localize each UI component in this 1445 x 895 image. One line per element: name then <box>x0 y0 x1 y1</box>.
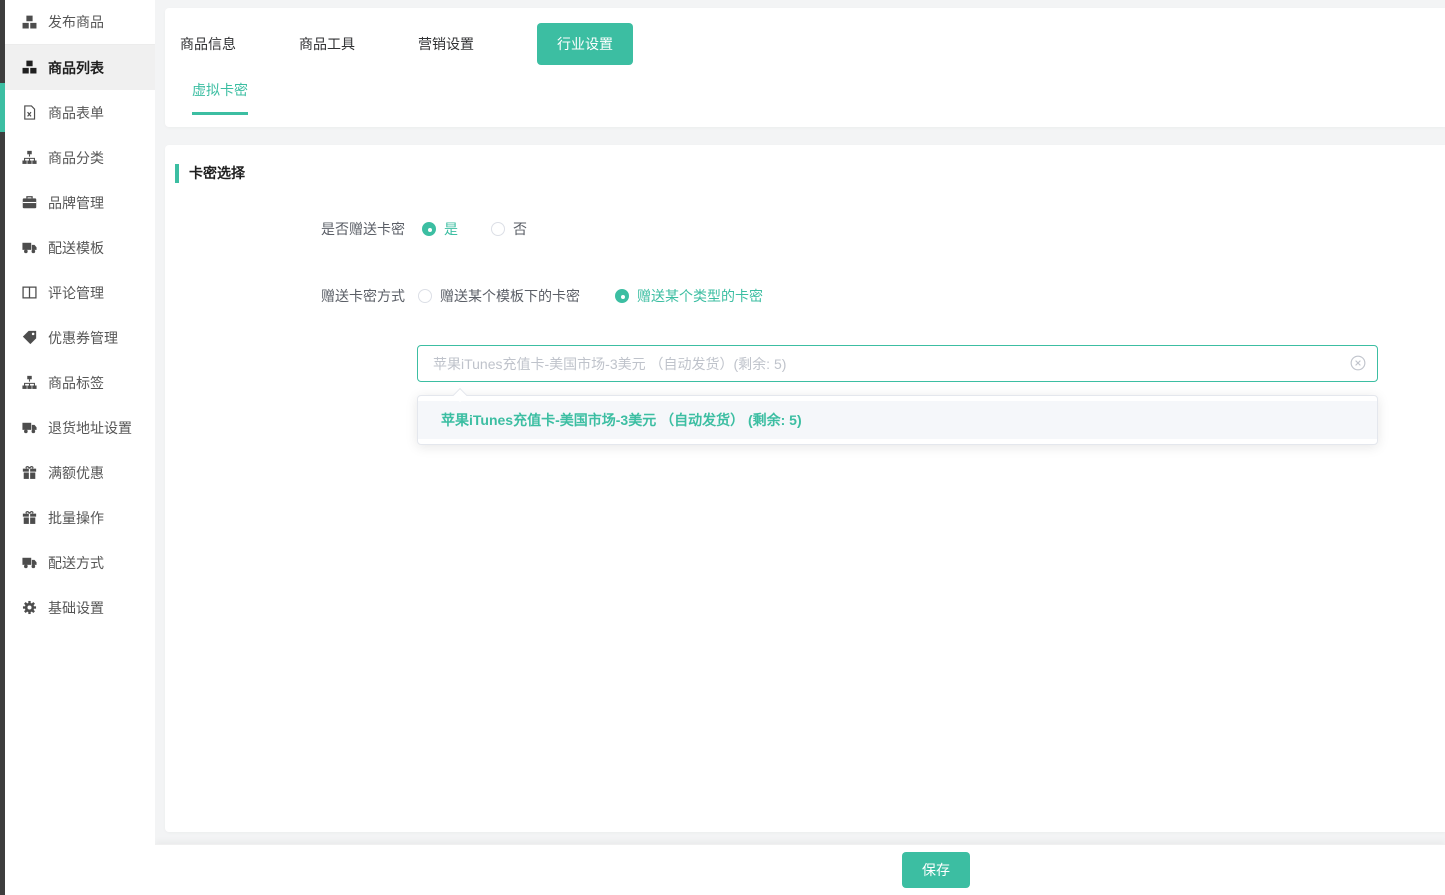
radio-unchecked-icon[interactable] <box>418 289 432 303</box>
briefcase-icon <box>22 195 37 210</box>
tab-marketing-settings[interactable]: 营销设置 <box>418 34 474 54</box>
sidebar-item-label: 品牌管理 <box>48 193 104 213</box>
dropdown-option[interactable]: 苹果iTunes充值卡-美国市场-3美元 （自动发货） (剩余: 5) <box>418 401 1377 439</box>
sidebar-item-label: 发布商品 <box>48 12 104 32</box>
sidebar-item-product-form[interactable]: 商品表单 <box>5 90 155 135</box>
gear-icon <box>22 600 37 615</box>
radio-option-no[interactable]: 否 <box>491 219 527 239</box>
sidebar-item-product-category[interactable]: 商品分类 <box>5 135 155 180</box>
subtab-virtual-card[interactable]: 虚拟卡密 <box>192 80 248 115</box>
sidebar-item-label: 商品列表 <box>48 58 104 78</box>
sitemap-icon <box>22 150 37 165</box>
form-row-gift-method: 赠送卡密方式 赠送某个模板下的卡密 赠送某个类型的卡密 <box>165 282 1445 310</box>
radio-group-gift-toggle: 是 否 <box>422 219 527 239</box>
sidebar-item-comment-management[interactable]: 评论管理 <box>5 270 155 315</box>
left-edge-scrollbar <box>0 0 5 895</box>
sidebar-item-batch-operations[interactable]: 批量操作 <box>5 495 155 540</box>
form-label: 是否赠送卡密 <box>165 219 405 239</box>
sidebar-item-delivery-template[interactable]: 配送模板 <box>5 225 155 270</box>
gift-icon <box>22 510 37 525</box>
tab-product-tools[interactable]: 商品工具 <box>299 34 355 54</box>
sidebar-item-delivery-method[interactable]: 配送方式 <box>5 540 155 585</box>
sidebar-item-label: 商品分类 <box>48 148 104 168</box>
tag-icon <box>22 330 37 345</box>
form-row-gift-toggle: 是否赠送卡密 是 否 <box>165 215 1445 243</box>
section-title-bar <box>175 164 179 183</box>
sidebar-item-label: 批量操作 <box>48 508 104 528</box>
radio-option-label: 赠送某个模板下的卡密 <box>440 286 580 306</box>
sidebar-item-label: 退货地址设置 <box>48 418 132 438</box>
left-edge-scrollbar-thumb[interactable] <box>0 83 5 132</box>
section-title-text: 卡密选择 <box>189 163 245 183</box>
content-card: 卡密选择 是否赠送卡密 是 否 赠送卡密方式 赠送某个模板下的卡密 赠送某个类型… <box>165 145 1445 832</box>
save-button[interactable]: 保存 <box>902 852 970 888</box>
sub-tabs: 虚拟卡密 <box>165 80 1445 115</box>
radio-checked-icon[interactable] <box>615 289 629 303</box>
sidebar-item-label: 评论管理 <box>48 283 104 303</box>
sidebar-item-label: 商品标签 <box>48 373 104 393</box>
circle-close-icon[interactable] <box>1350 355 1366 371</box>
sidebar-item-basic-settings[interactable]: 基础设置 <box>5 585 155 630</box>
cubes-icon <box>22 60 37 75</box>
radio-option-template-card[interactable]: 赠送某个模板下的卡密 <box>418 286 580 306</box>
radio-option-yes[interactable]: 是 <box>422 219 458 239</box>
radio-group-gift-method: 赠送某个模板下的卡密 赠送某个类型的卡密 <box>418 286 763 306</box>
sidebar-item-product-tags[interactable]: 商品标签 <box>5 360 155 405</box>
sidebar-item-label: 基础设置 <box>48 598 104 618</box>
truck-icon <box>22 420 37 435</box>
radio-checked-icon[interactable] <box>422 222 436 236</box>
main-tabs: 商品信息 商品工具 营销设置 行业设置 <box>165 8 1445 80</box>
cubes-icon <box>22 15 37 30</box>
radio-unchecked-icon[interactable] <box>491 222 505 236</box>
form-label: 赠送卡密方式 <box>165 286 405 306</box>
sitemap-icon <box>22 375 37 390</box>
sidebar: 发布商品 商品列表 商品表单 商品分类 品牌管理 配送模板 评论管理 优惠券管理… <box>5 0 155 895</box>
sidebar-item-return-address[interactable]: 退货地址设置 <box>5 405 155 450</box>
sidebar-item-label: 优惠券管理 <box>48 328 118 348</box>
truck-icon <box>22 555 37 570</box>
sidebar-item-brand-management[interactable]: 品牌管理 <box>5 180 155 225</box>
tabs-card: 商品信息 商品工具 营销设置 行业设置 虚拟卡密 <box>165 8 1445 127</box>
sidebar-item-label: 商品表单 <box>48 103 104 123</box>
gift-icon <box>22 465 37 480</box>
columns-icon <box>22 285 37 300</box>
card-select-input[interactable] <box>417 345 1378 382</box>
radio-option-label: 否 <box>513 219 527 239</box>
footer-bar: 保存 <box>155 844 1445 895</box>
card-select-dropdown: 苹果iTunes充值卡-美国市场-3美元 （自动发货） (剩余: 5) <box>417 395 1378 445</box>
sidebar-item-publish-product[interactable]: 发布商品 <box>5 0 155 45</box>
card-select <box>417 345 1378 382</box>
sidebar-item-label: 配送模板 <box>48 238 104 258</box>
tab-industry-settings[interactable]: 行业设置 <box>537 23 633 65</box>
sidebar-item-coupon-management[interactable]: 优惠券管理 <box>5 315 155 360</box>
section-title: 卡密选择 <box>175 163 245 183</box>
truck-icon <box>22 240 37 255</box>
tab-product-info[interactable]: 商品信息 <box>180 34 236 54</box>
radio-option-type-card[interactable]: 赠送某个类型的卡密 <box>615 286 763 306</box>
sidebar-item-product-list[interactable]: 商品列表 <box>5 45 155 90</box>
sidebar-item-label: 配送方式 <box>48 553 104 573</box>
radio-option-label: 是 <box>444 219 458 239</box>
sidebar-item-full-discount[interactable]: 满额优惠 <box>5 450 155 495</box>
dropdown-caret <box>453 388 467 402</box>
sidebar-item-label: 满额优惠 <box>48 463 104 483</box>
file-form-icon <box>22 105 37 120</box>
radio-option-label: 赠送某个类型的卡密 <box>637 286 763 306</box>
